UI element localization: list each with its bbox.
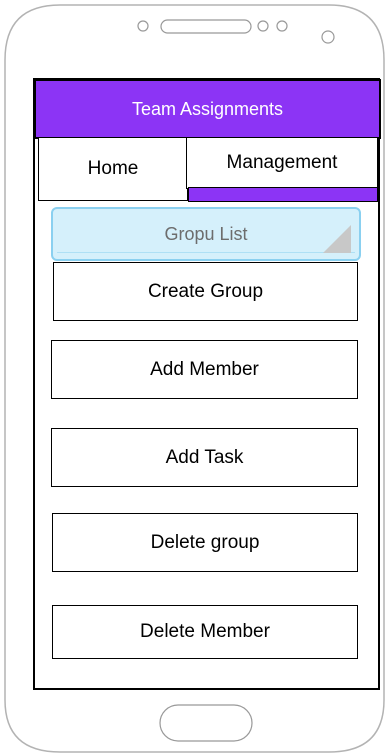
delete-member-label: Delete Member: [140, 621, 270, 642]
create-group-label: Create Group: [147, 280, 264, 302]
tab-home[interactable]: Home: [38, 137, 188, 201]
group-list-dropdown[interactable]: Gropu List: [51, 207, 361, 261]
tab-home-label: Home: [87, 158, 139, 179]
tab-management-label: Management: [226, 152, 338, 173]
tab-management[interactable]: Management: [186, 137, 378, 189]
add-member-label: Add Member: [150, 358, 259, 380]
add-task-button[interactable]: Add Task: [51, 428, 358, 487]
page-title: Team Assignments: [131, 98, 284, 119]
app-title-bar: Team Assignments: [34, 79, 381, 139]
group-list-label: Gropu List: [164, 223, 248, 244]
delete-group-button[interactable]: Delete group: [52, 513, 358, 572]
dropdown-triangle-icon: [323, 225, 351, 253]
add-member-button[interactable]: Add Member: [51, 340, 358, 399]
delete-group-label: Delete group: [150, 531, 260, 553]
delete-member-button[interactable]: Delete Member: [52, 605, 358, 659]
add-task-label: Add Task: [165, 446, 244, 468]
dropdown-underline: [57, 252, 355, 253]
create-group-button[interactable]: Create Group: [53, 262, 358, 321]
active-tab-indicator: [188, 187, 378, 202]
